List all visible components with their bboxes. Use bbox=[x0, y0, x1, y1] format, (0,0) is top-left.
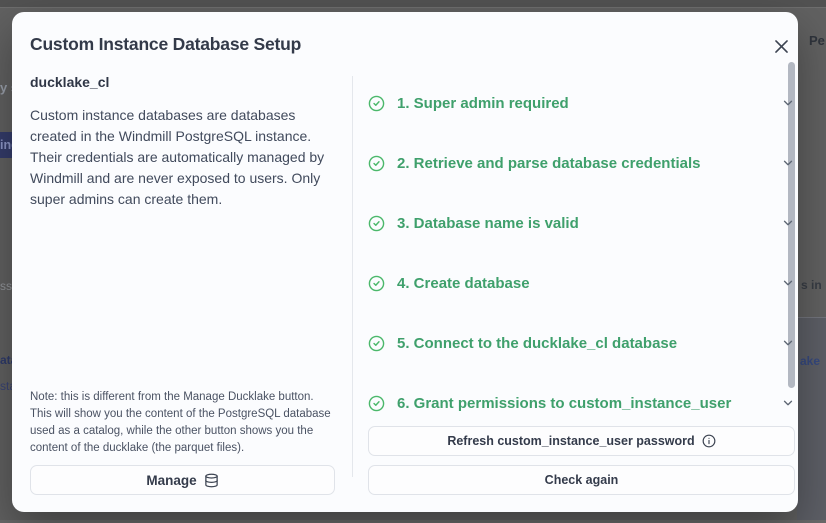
database-description: Custom instance databases are databases … bbox=[30, 107, 325, 207]
step-row-1[interactable]: 1. Super admin required bbox=[368, 91, 795, 115]
column-divider bbox=[352, 76, 353, 477]
background-text-fragment: ss bbox=[0, 279, 12, 293]
check-circle-icon bbox=[368, 335, 385, 352]
chevron-down-icon bbox=[781, 396, 795, 410]
background-text-fragment: s in bbox=[801, 278, 822, 292]
step-label: 4. Create database bbox=[397, 274, 530, 292]
step-label: 1. Super admin required bbox=[397, 94, 569, 112]
database-name-heading: ducklake_cl bbox=[30, 74, 110, 90]
check-circle-icon bbox=[368, 395, 385, 412]
check-again-button[interactable]: Check again bbox=[368, 465, 795, 495]
step-row-3[interactable]: 3. Database name is valid bbox=[368, 211, 795, 235]
manage-note: Note: this is different from the Manage … bbox=[30, 391, 331, 454]
manage-button[interactable]: Manage bbox=[30, 465, 335, 495]
modal-title: Custom Instance Database Setup bbox=[30, 34, 302, 54]
check-circle-icon bbox=[368, 275, 385, 292]
refresh-password-button-label: Refresh custom_instance_user password bbox=[447, 434, 695, 448]
background-text-fragment: Pe bbox=[809, 33, 825, 48]
chevron-down-icon bbox=[781, 216, 795, 230]
check-circle-icon bbox=[368, 155, 385, 172]
database-icon bbox=[204, 473, 219, 488]
check-circle-icon bbox=[368, 95, 385, 112]
step-label: 5. Connect to the ducklake_cl database bbox=[397, 334, 678, 352]
refresh-password-button[interactable]: Refresh custom_instance_user password bbox=[368, 426, 795, 456]
chevron-down-icon bbox=[781, 276, 795, 290]
check-again-button-label: Check again bbox=[544, 473, 619, 487]
chevron-down-icon bbox=[781, 96, 795, 110]
screen: y s ing ss ata sta Pe s in ake Custom In… bbox=[0, 0, 826, 523]
manage-button-label: Manage bbox=[146, 472, 197, 488]
close-button[interactable] bbox=[768, 33, 794, 59]
step-row-2[interactable]: 2. Retrieve and parse database credentia… bbox=[368, 151, 795, 175]
check-circle-icon bbox=[368, 215, 385, 232]
background-text-fragment: ake bbox=[800, 354, 821, 368]
chevron-down-icon bbox=[781, 336, 795, 350]
step-row-4[interactable]: 4. Create database bbox=[368, 271, 795, 295]
custom-instance-database-setup-modal: Custom Instance Database Setup ducklake_… bbox=[12, 12, 798, 512]
step-row-5[interactable]: 5. Connect to the ducklake_cl database bbox=[368, 331, 795, 355]
step-label: 6. Grant permissions to custom_instance_… bbox=[397, 394, 732, 412]
background-panel bbox=[797, 318, 826, 523]
chevron-down-icon bbox=[781, 156, 795, 170]
step-label: 2. Retrieve and parse database credentia… bbox=[397, 154, 701, 172]
background-topbar bbox=[0, 0, 826, 8]
info-icon bbox=[702, 434, 716, 448]
close-icon bbox=[772, 37, 791, 56]
step-row-6[interactable]: 6. Grant permissions to custom_instance_… bbox=[368, 391, 795, 415]
step-label: 3. Database name is valid bbox=[397, 214, 579, 232]
